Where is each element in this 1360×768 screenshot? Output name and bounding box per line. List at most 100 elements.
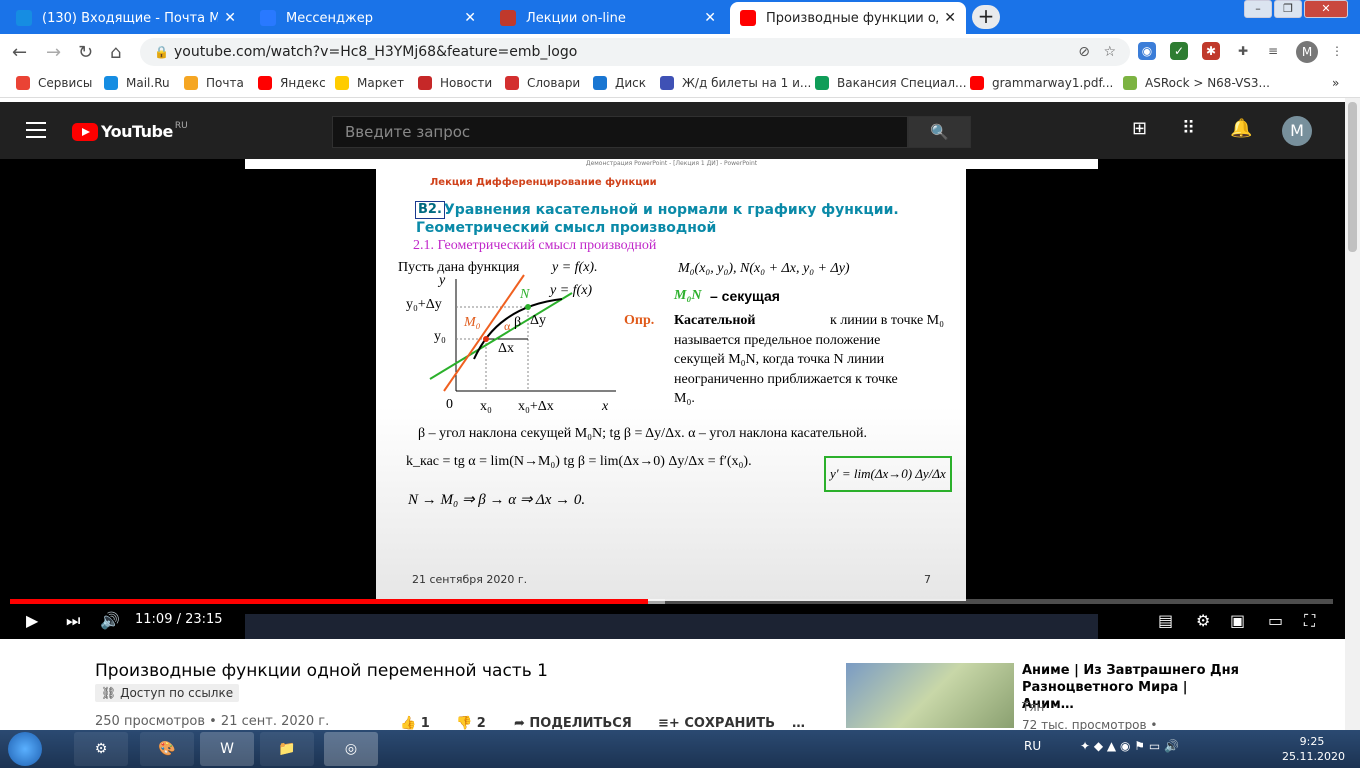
search-button[interactable]: 🔍 (908, 116, 971, 148)
close-tab-icon[interactable]: ✕ (944, 10, 956, 26)
start-button[interactable] (8, 732, 42, 766)
related-video-title[interactable]: Аниме | Из Завтрашнего Дня Разноцветного… (1022, 662, 1242, 713)
bookmark-star-icon[interactable]: ☆ (1103, 38, 1116, 66)
beta-line: β – угол наклона секущей M₀N; tg β = Δy/… (418, 426, 868, 441)
language-indicator[interactable]: RU (1024, 739, 1041, 753)
page-scrollbar[interactable] (1345, 98, 1360, 730)
maximize-button[interactable]: ❐ (1274, 0, 1302, 18)
camera-off-icon[interactable]: ⊘ (1078, 38, 1090, 66)
profile-avatar[interactable]: M (1296, 41, 1318, 63)
bookmark-item[interactable]: Почта (184, 76, 244, 90)
bookmark-favicon-icon (184, 76, 198, 90)
bookmark-favicon-icon (593, 76, 607, 90)
dislike-button[interactable]: 👎 2 (456, 716, 486, 731)
bookmark-item[interactable]: Mail.Ru (104, 76, 170, 90)
bookmark-item[interactable]: Словари (505, 76, 580, 90)
steam-icon[interactable]: ⚙ (74, 732, 128, 766)
explorer-icon[interactable]: 📁 (260, 732, 314, 766)
browser-tab[interactable]: Производные функции одной п✕ (730, 2, 966, 34)
account-avatar[interactable]: M (1282, 116, 1312, 146)
points-formula: M₀(x₀, y₀), N(x₀ + Δx, y₀ + Δy) (678, 261, 850, 276)
bookmark-item[interactable]: ASRock > N68-VS3... (1123, 76, 1270, 90)
menu-icon[interactable] (26, 122, 46, 138)
minimize-button[interactable]: – (1244, 0, 1272, 18)
like-button[interactable]: 👍 1 (400, 716, 430, 731)
browser-menu-icon[interactable]: ⋮ (1328, 42, 1346, 60)
share-button[interactable]: ➦ ПОДЕЛИТЬСЯ (514, 716, 632, 731)
bookmark-item[interactable]: Сервисы (16, 76, 92, 90)
slide-header-topic: Дифференцирование функции (476, 177, 657, 188)
youtube-logo[interactable]: YouTube RU (72, 121, 188, 141)
playlist-add-icon: ≡+ (658, 716, 685, 731)
next-icon[interactable]: ⏭ (66, 611, 80, 631)
browser-tab[interactable]: (130) Входящие - Почта Mail.ru✕ (6, 2, 246, 34)
settings-gear-icon[interactable]: ⚙ (1196, 611, 1210, 630)
theater-mode-icon[interactable]: ▭ (1268, 611, 1283, 630)
bookmark-favicon-icon (505, 76, 519, 90)
system-clock[interactable]: 9:25 25.11.2020 (1282, 734, 1345, 764)
bookmark-item[interactable]: Маркет (335, 76, 404, 90)
slide-header-lecture: Лекция (430, 177, 473, 188)
secant-text: – секущая (710, 288, 780, 304)
apps-grid-icon[interactable]: ⠿ (1182, 118, 1195, 139)
more-bookmarks-icon[interactable]: » (1332, 76, 1339, 90)
extensions-puzzle-icon[interactable]: ✚ (1234, 42, 1252, 60)
extension-shield-icon[interactable]: ✓ (1170, 42, 1188, 60)
word-icon[interactable]: W (200, 732, 254, 766)
home-icon[interactable]: ⌂ (110, 42, 121, 63)
close-window-button[interactable]: ✕ (1304, 0, 1348, 18)
graph-labels: y x y₀+Δy y₀ 0 x₀ x₀+Δx y = f(x) M₀ N α … (406, 273, 609, 414)
youtube-header: YouTube RU Введите запрос 🔍 ⊞ ⠿ 🔔 M (0, 102, 1345, 159)
tab-favicon-icon (16, 10, 32, 26)
extension-bug-icon[interactable]: ✱ (1202, 42, 1220, 60)
secant-name: M₀N (674, 288, 702, 303)
browser-tab[interactable]: Лекции on-line ✕ (490, 2, 726, 34)
back-icon[interactable]: ← (12, 42, 27, 63)
lock-icon[interactable]: 🔒 (154, 38, 169, 66)
bookmarks-bar: Сервисы Mail.Ru Почта Яндекс Маркет Новости Сл… (0, 70, 1360, 98)
window-controls: – ❐ ✕ (1244, 0, 1348, 18)
tray-icons[interactable]: ✦ ◆ ▲ ◉ ⚑ ▭ 🔊 (1080, 739, 1179, 753)
more-actions-icon[interactable]: … (792, 716, 805, 731)
bookmark-item[interactable]: Яндекс (258, 76, 326, 90)
bookmark-favicon-icon (815, 76, 829, 90)
close-tab-icon[interactable]: ✕ (704, 10, 716, 26)
bookmark-item[interactable]: Ж/д билеты на 1 и... (660, 76, 811, 90)
progress-bar[interactable] (10, 599, 1333, 604)
bookmark-favicon-icon (16, 76, 30, 90)
search-icon: 🔍 (930, 123, 949, 141)
chrome-icon[interactable]: ◎ (324, 732, 378, 766)
windows-taskbar: ⚙ 🎨 W 📁 ◎ RU ✦ ◆ ▲ ◉ ⚑ ▭ 🔊 9:25 25.11.20… (0, 730, 1360, 768)
subtitles-icon[interactable]: ▤ (1158, 611, 1173, 630)
paint-icon[interactable]: 🎨 (140, 732, 194, 766)
extension-owl-icon[interactable]: ◉ (1138, 42, 1156, 60)
close-tab-icon[interactable]: ✕ (464, 10, 476, 26)
bookmark-item[interactable]: Новости (418, 76, 492, 90)
slide-title-line2: Геометрический смысл производной (416, 220, 717, 236)
search-input[interactable]: Введите запрос (332, 116, 908, 148)
close-tab-icon[interactable]: ✕ (224, 10, 236, 26)
tab-favicon-icon (740, 10, 756, 26)
notifications-bell-icon[interactable]: 🔔 (1230, 118, 1252, 139)
save-button[interactable]: ≡+ СОХРАНИТЬ (658, 716, 775, 731)
video-player[interactable]: Демонстрация PowerPoint - [Лекция 1 ДИ] … (0, 159, 1345, 639)
forward-icon[interactable]: → (46, 42, 61, 63)
new-tab-button[interactable]: + (972, 5, 1000, 29)
address-bar[interactable]: 🔒 youtube.com/watch?v=Hc8_H3YMj68&featur… (140, 38, 1130, 66)
bookmark-item[interactable]: grammarway1.pdf... (970, 76, 1113, 90)
fullscreen-icon[interactable]: ⛶ (1304, 611, 1315, 631)
miniplayer-icon[interactable]: ▣ (1230, 611, 1245, 630)
browser-tab[interactable]: Мессенджер ✕ (250, 2, 486, 34)
related-video-thumbnail[interactable] (846, 663, 1014, 728)
bookmark-item[interactable]: Диск (593, 76, 646, 90)
volume-icon[interactable]: 🔊 (100, 611, 120, 630)
media-control-icon[interactable]: ≡ (1264, 42, 1282, 60)
reload-icon[interactable]: ↻ (78, 42, 93, 63)
create-video-icon[interactable]: ⊞ (1132, 118, 1147, 139)
play-icon[interactable]: ▶ (26, 611, 38, 630)
progress-played (10, 599, 648, 604)
related-video-channel[interactable]: Тян (1022, 700, 1044, 714)
limit-formula: N → M₀ ⇒ β → α ⇒ Δx → 0. (408, 492, 586, 508)
browser-tab-bar: (130) Входящие - Почта Mail.ru✕Мессендже… (0, 0, 1360, 34)
bookmark-item[interactable]: Вакансия Специал... (815, 76, 967, 90)
